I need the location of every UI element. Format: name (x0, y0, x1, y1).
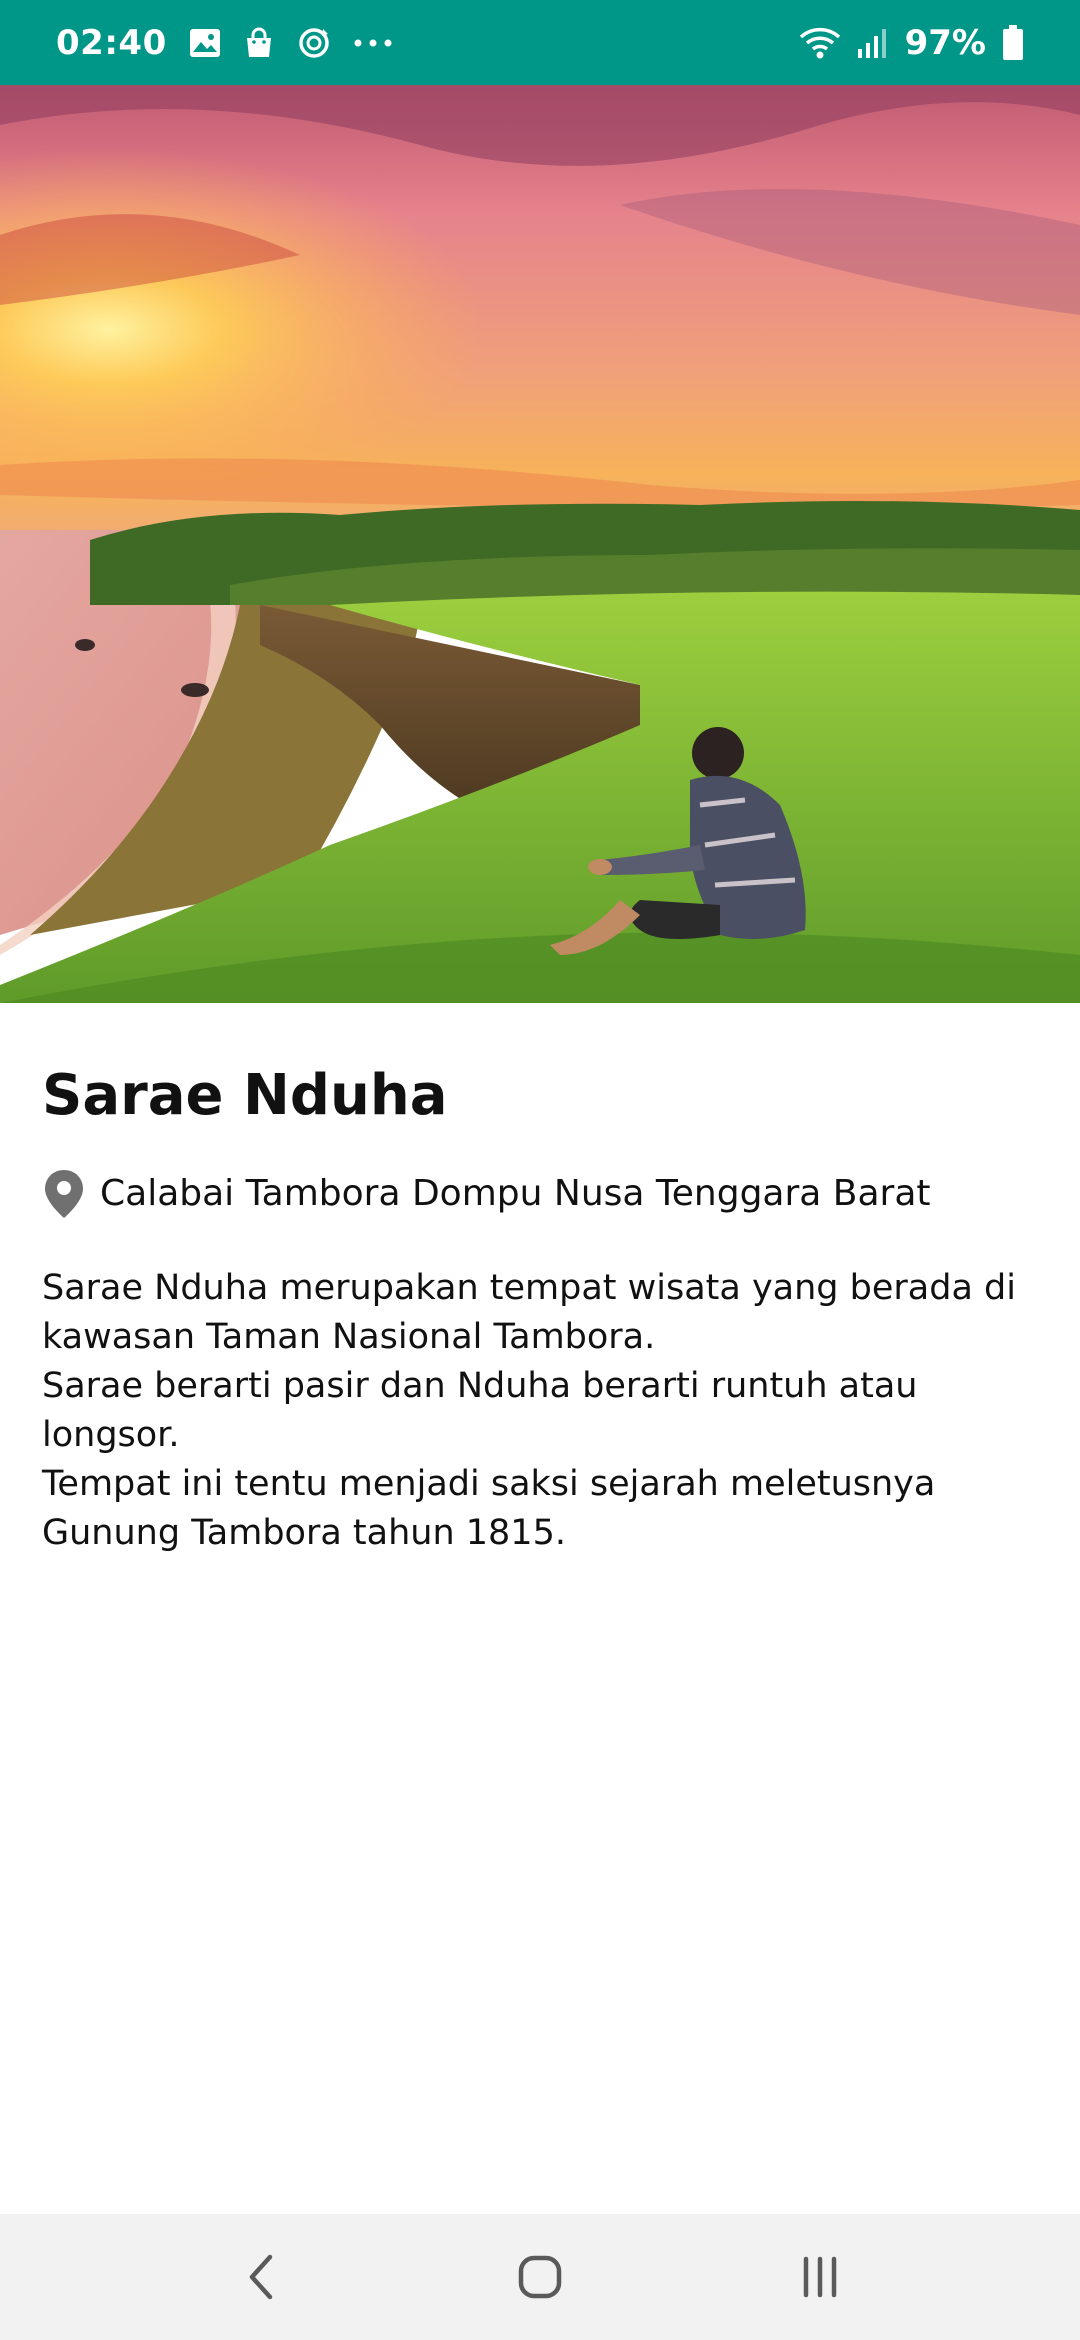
location-pin-icon (42, 1168, 86, 1220)
home-icon (518, 2255, 562, 2299)
battery-percent: 97% (904, 22, 986, 63)
battery-icon (1002, 24, 1024, 61)
location-row: Calabai Tambora Dompu Nusa Tenggara Bara… (42, 1168, 1042, 1220)
status-time: 02:40 (56, 22, 167, 63)
hero-image (0, 85, 1080, 1003)
place-location: Calabai Tambora Dompu Nusa Tenggara Bara… (100, 1173, 931, 1214)
signal-icon (857, 27, 889, 59)
navigation-bar (0, 2214, 1080, 2340)
sync-icon (297, 26, 331, 60)
place-content: Sarae Nduha Calabai Tambora Dompu Nusa T… (42, 1003, 1042, 1558)
shopping-bag-icon (243, 27, 275, 59)
recent-apps-button[interactable] (760, 2227, 880, 2327)
place-description: Sarae Nduha merupakan tempat wisata yang… (42, 1268, 1016, 1553)
wifi-icon (799, 26, 841, 60)
recent-apps-icon (803, 2256, 837, 2298)
back-button[interactable] (200, 2227, 320, 2327)
home-button[interactable] (480, 2227, 600, 2327)
image-icon (189, 28, 221, 58)
screen: 02:40 97% Sarae Nduha Calabai Tambora Do… (0, 0, 1080, 2340)
more-dots-icon (353, 38, 393, 48)
status-right: 97% (799, 23, 1024, 63)
place-title: Sarae Nduha (42, 1063, 448, 1128)
status-bar: 02:40 97% (0, 0, 1080, 85)
status-left: 02:40 (56, 23, 393, 63)
back-icon (249, 2254, 273, 2300)
